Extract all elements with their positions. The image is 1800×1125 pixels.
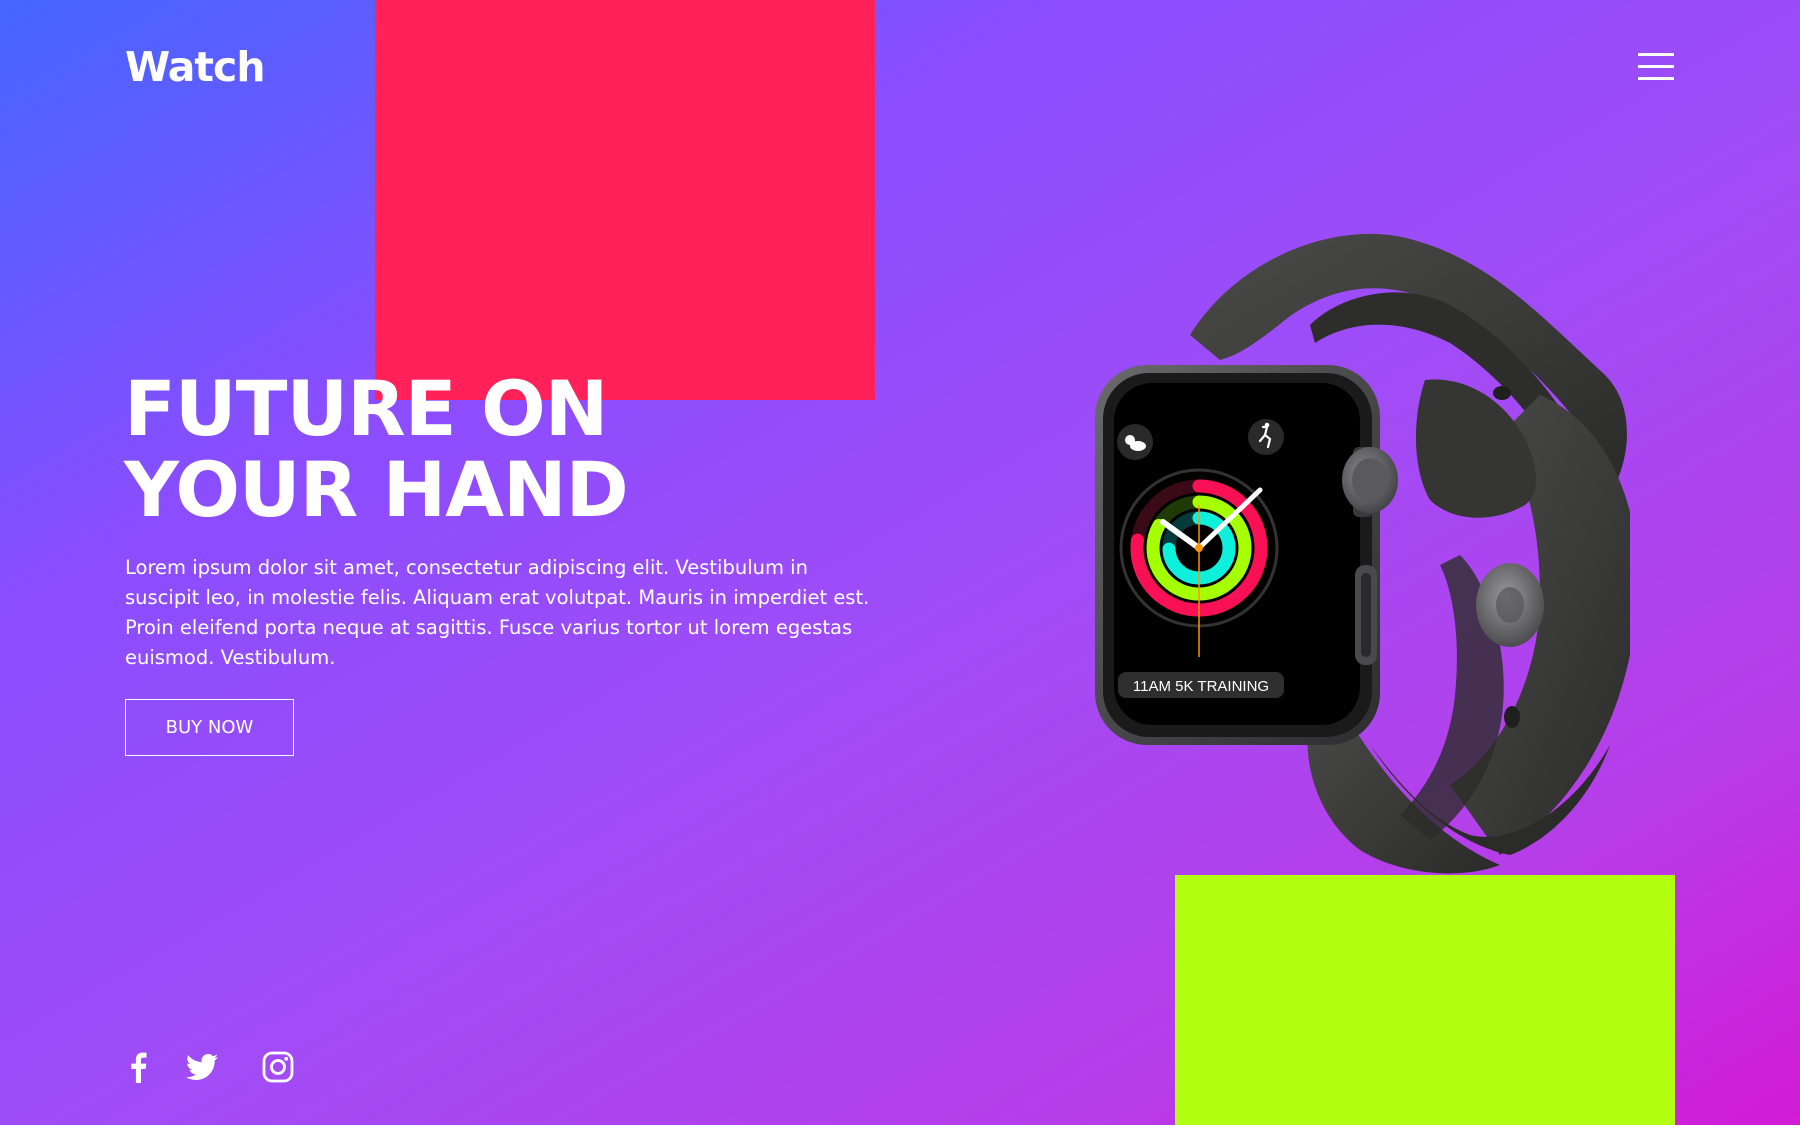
facebook-icon[interactable] (124, 1050, 152, 1084)
buy-now-button[interactable]: BUY NOW (125, 699, 294, 756)
hamburger-menu-icon[interactable] (1636, 52, 1676, 82)
accent-block-red (375, 0, 875, 400)
accent-block-lime (1175, 875, 1675, 1125)
hero-title: FUTURE ON YOUR HAND (124, 368, 824, 530)
brand-logo[interactable]: Watch (125, 42, 266, 92)
twitter-icon[interactable] (184, 1050, 220, 1084)
menu-bar (1638, 77, 1674, 80)
hero-title-line-1: FUTURE ON (124, 364, 608, 453)
instagram-icon[interactable] (260, 1050, 296, 1084)
smartwatch-product-image: 11AM 5K TRAINING (1095, 233, 1630, 874)
hero-title-line-2: YOUR HAND (124, 445, 629, 534)
watch-screen-label: 11AM 5K TRAINING (1133, 678, 1269, 695)
menu-bar (1638, 53, 1674, 56)
hero-description: Lorem ipsum dolor sit amet, consectetur … (125, 556, 870, 669)
menu-bar (1638, 65, 1674, 68)
